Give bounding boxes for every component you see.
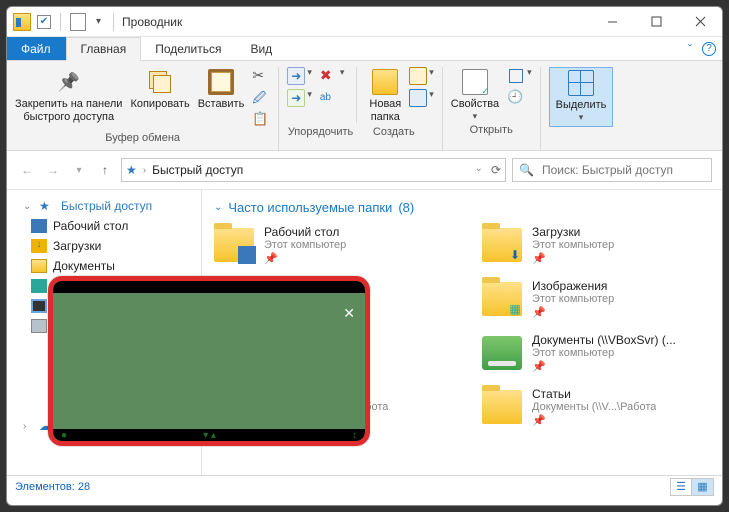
folder-name: Статьи (532, 387, 656, 401)
back-button[interactable]: ← (17, 160, 37, 180)
star-icon (39, 199, 55, 213)
folder-icon (482, 390, 522, 424)
folder-sub: Документы (\\V...\Работа (532, 401, 656, 413)
preview-close-button[interactable]: ✕ (343, 305, 355, 322)
paste-shortcut-button[interactable] (252, 111, 270, 129)
folder-item[interactable]: СтатьиДокументы (\\V...\Работа📌 (482, 387, 710, 427)
address-bar[interactable]: ★ › Быстрый доступ ⌄ ⟳ (121, 158, 506, 182)
folder-name: Документы (\\VBoxSvr) (... (532, 333, 676, 347)
group-label-open: Открыть (451, 121, 532, 140)
select-button[interactable]: Выделить ▾ (549, 67, 614, 127)
tab-share[interactable]: Поделиться (141, 37, 236, 60)
delete-button[interactable] (320, 67, 338, 85)
breadcrumb-root[interactable]: Быстрый доступ (152, 163, 243, 177)
nav-item[interactable]: Документы (7, 256, 201, 276)
help-button[interactable]: ? (702, 42, 716, 56)
pin-icon: 📌 (532, 360, 676, 373)
pin-icon (56, 69, 82, 95)
pin-quick-access-button[interactable]: Закрепить на панели быстрого доступа (15, 67, 122, 123)
nav-item[interactable]: Рабочий стол (7, 216, 201, 236)
folder-item[interactable]: Документы (\\VBoxSvr) (...Этот компьютер… (482, 333, 710, 373)
group-label-create: Создать (354, 123, 434, 142)
new-folder-button[interactable]: Новая папка (369, 67, 401, 123)
tab-view[interactable]: Вид (236, 37, 287, 60)
pin-icon: 📌 (532, 306, 614, 319)
search-icon: 🔍 (519, 163, 534, 177)
status-count-label: Элементов: (15, 481, 75, 493)
folder-icon: ⬇ (482, 228, 522, 262)
app-icon (13, 13, 31, 31)
nav-item[interactable]: Загрузки (7, 236, 201, 256)
minimize-button[interactable] (590, 7, 634, 37)
folder-item[interactable]: ИзображенияЭтот компьютер📌 (482, 279, 710, 319)
folder-sub: Этот компьютер (532, 239, 614, 251)
view-details-button[interactable]: ☰ (670, 478, 692, 496)
quick-access-icon: ★ (126, 163, 137, 177)
folder-icon (482, 282, 522, 316)
paste-button[interactable]: Вставить (198, 67, 245, 111)
ribbon: Закрепить на панели быстрого доступа Коп… (7, 61, 722, 151)
pin-icon: 📌 (532, 414, 656, 427)
close-button[interactable] (678, 7, 722, 37)
refresh-button[interactable]: ⟳ (491, 163, 501, 177)
qat-doc-icon[interactable] (70, 13, 86, 31)
preview-indicator-left: ● (61, 430, 67, 441)
rename-button[interactable] (320, 89, 338, 107)
copy-icon (147, 69, 173, 95)
window-title: Проводник (122, 15, 182, 29)
folder-icon (372, 69, 398, 95)
folder-item[interactable]: ⬇ ЗагрузкиЭтот компьютер📌 (482, 225, 710, 265)
open-button[interactable] (507, 67, 525, 85)
folder-sub: Этот компьютер (264, 239, 346, 251)
nav-quick-access[interactable]: ⌄ Быстрый доступ (7, 196, 201, 216)
select-icon (568, 70, 594, 96)
title-bar: ✔ ▾ Проводник (7, 7, 722, 37)
properties-icon (462, 69, 488, 95)
pin-icon: 📌 (532, 252, 614, 265)
search-box[interactable]: 🔍 (512, 158, 712, 182)
folder-sub: Этот компьютер (532, 347, 676, 359)
address-row: ← → ▾ ↑ ★ › Быстрый доступ ⌄ ⟳ 🔍 (7, 151, 722, 190)
easy-access-button[interactable] (409, 89, 427, 107)
ribbon-collapse-button[interactable]: ˇ (688, 42, 692, 56)
folder-name: Загрузки (532, 225, 614, 239)
group-label-clipboard: Буфер обмена (15, 129, 270, 148)
folder-sub: Этот компьютер (532, 293, 614, 305)
group-label-organize: Упорядочить (287, 123, 353, 142)
cut-button[interactable] (252, 67, 270, 85)
folder-item[interactable]: Рабочий столЭтот компьютер📌 (214, 225, 442, 265)
status-count: 28 (78, 481, 90, 493)
tab-home[interactable]: Главная (66, 37, 142, 61)
new-item-button[interactable] (409, 67, 427, 85)
maximize-button[interactable] (634, 7, 678, 37)
folder-icon (482, 336, 522, 370)
pin-icon: 📌 (264, 252, 346, 265)
qat-dropdown[interactable]: ▾ (92, 16, 105, 27)
folder-name: Изображения (532, 279, 614, 293)
preview-indicator-center: ▾ ▴ (203, 430, 216, 441)
tab-file[interactable]: Файл (7, 37, 66, 60)
video-preview-overlay: ✕ ● ▾ ▴ ↕ (48, 276, 370, 446)
paste-icon (208, 69, 234, 95)
view-icons-button[interactable]: ▦ (692, 478, 714, 496)
status-bar: Элементов: 28 ☰ ▦ (7, 475, 722, 497)
move-to-button[interactable] (287, 67, 305, 85)
recent-locations-button[interactable]: ▾ (69, 160, 89, 180)
qat-checkbox[interactable]: ✔ (37, 15, 51, 29)
up-button[interactable]: ↑ (95, 160, 115, 180)
preview-indicator-right: ↕ (352, 430, 357, 441)
copy-button[interactable]: Копировать (130, 67, 189, 111)
ribbon-tabs: Файл Главная Поделиться Вид ˇ ? (7, 37, 722, 61)
copy-to-button[interactable] (287, 89, 305, 107)
copy-path-button[interactable] (252, 89, 270, 107)
search-input[interactable] (540, 162, 705, 178)
folder-icon (214, 228, 254, 262)
section-header[interactable]: ⌄ Часто используемые папки (8) (214, 200, 710, 215)
properties-button[interactable]: Свойства ▾ (451, 67, 499, 121)
folder-name: Рабочий стол (264, 225, 346, 239)
breadcrumb-dropdown[interactable]: ⌄ (475, 163, 483, 177)
history-button[interactable] (507, 89, 525, 107)
forward-button[interactable]: → (43, 160, 63, 180)
